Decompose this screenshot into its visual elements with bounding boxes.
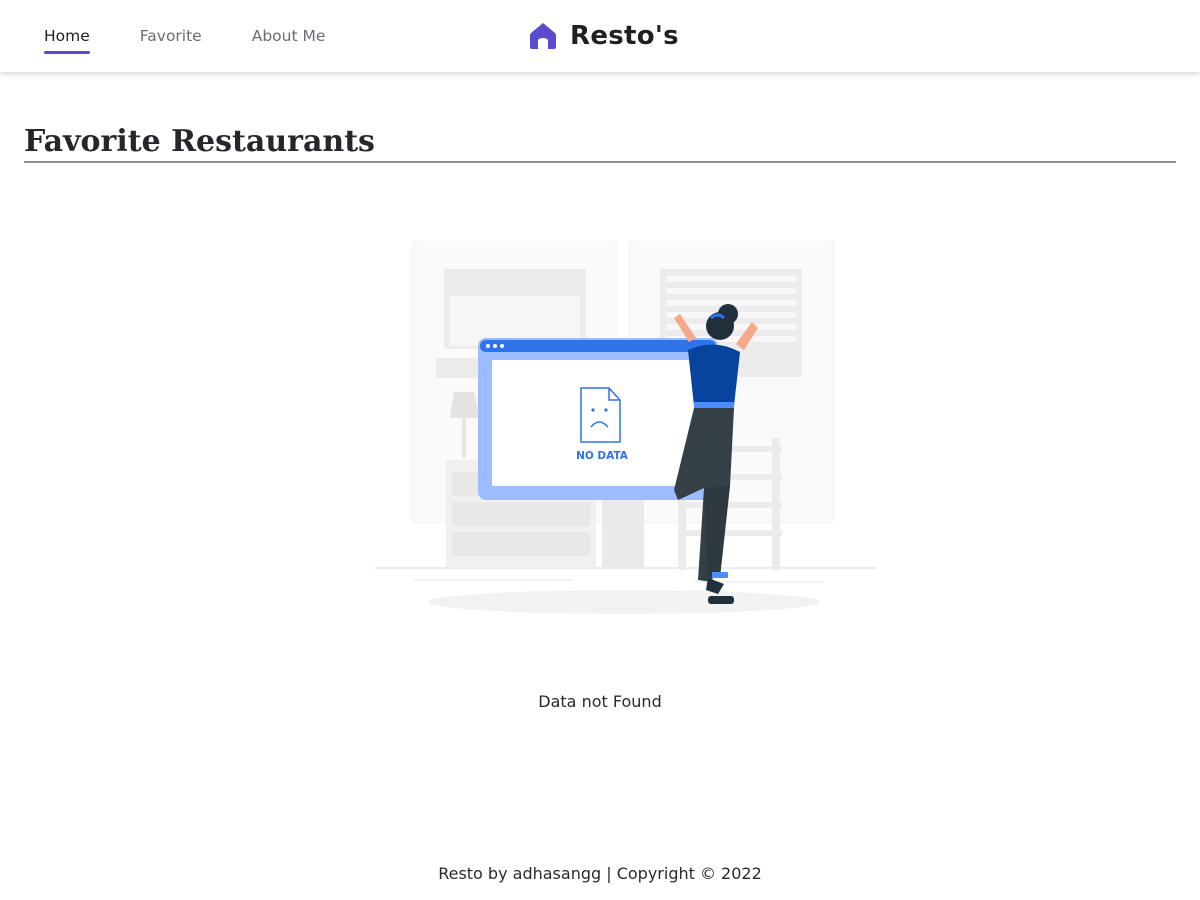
sad-document-icon: [580, 387, 621, 443]
brand-title: Resto's: [570, 21, 679, 51]
main-nav: Home Favorite About Me: [44, 0, 375, 72]
empty-state-message: Data not Found: [538, 692, 662, 711]
nav-link-favorite[interactable]: Favorite: [140, 0, 202, 72]
no-data-illustration: NO DATA: [374, 239, 876, 620]
footer: Resto by adhasangg | Copyright © 2022: [438, 864, 762, 883]
brand[interactable]: Resto's: [528, 0, 679, 72]
nav-link-home[interactable]: Home: [44, 0, 90, 72]
nav-link-about-me[interactable]: About Me: [252, 0, 326, 72]
no-data-label: NO DATA: [576, 450, 629, 462]
main-content: Favorite Restaurants NO DATA Data not Fo…: [24, 72, 1176, 711]
page-title: Favorite Restaurants: [24, 124, 375, 159]
title-divider: [24, 161, 1176, 163]
app-header: Home Favorite About Me Resto's: [0, 0, 1200, 72]
home-icon: [528, 21, 558, 51]
